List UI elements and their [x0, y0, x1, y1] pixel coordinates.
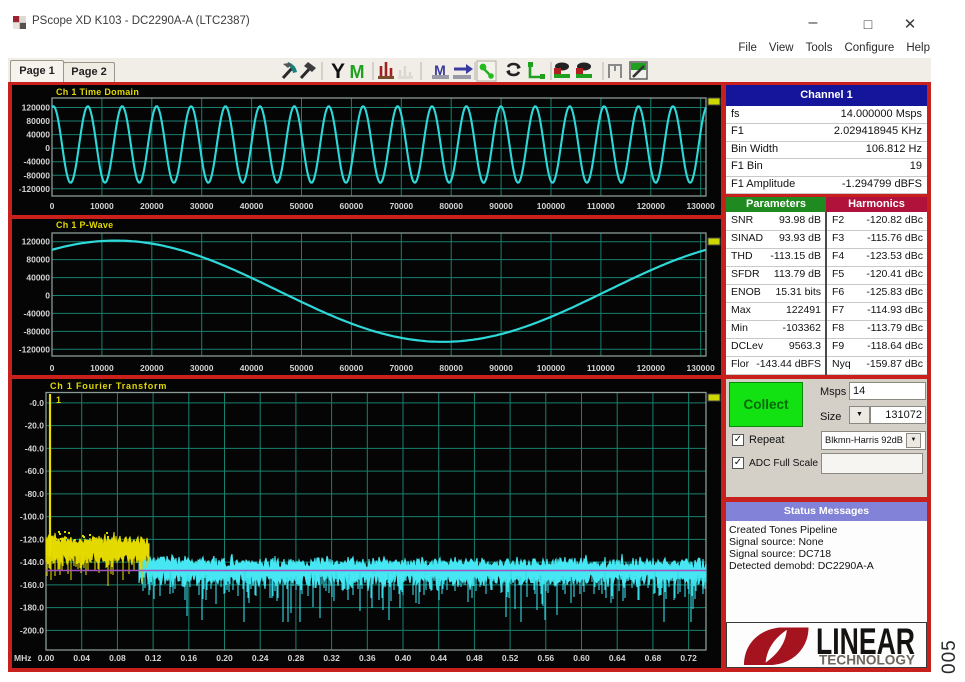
- svg-text:120000: 120000: [22, 103, 51, 113]
- svg-text:70000: 70000: [389, 363, 413, 373]
- svg-text:60000: 60000: [340, 201, 364, 211]
- svg-text:0.16: 0.16: [181, 653, 198, 663]
- svg-text:-80000: -80000: [24, 170, 51, 180]
- svg-text:40000: 40000: [240, 201, 264, 211]
- svg-text:0.36: 0.36: [359, 653, 376, 663]
- svg-text:Ch 1 Time Domain: Ch 1 Time Domain: [56, 87, 139, 97]
- svg-text:0.48: 0.48: [466, 653, 483, 663]
- svg-text:TECHNOLOGY: TECHNOLOGY: [819, 653, 915, 667]
- svg-text:-120000: -120000: [19, 184, 50, 194]
- svg-text:0.04: 0.04: [73, 653, 90, 663]
- svg-text:1: 1: [56, 395, 61, 405]
- svg-text:0.68: 0.68: [645, 653, 662, 663]
- svg-text:30000: 30000: [190, 201, 214, 211]
- svg-text:50000: 50000: [290, 201, 314, 211]
- svg-text:0: 0: [50, 201, 55, 211]
- svg-text:80000: 80000: [439, 201, 463, 211]
- svg-text:40000: 40000: [240, 363, 264, 373]
- svg-text:-40.0: -40.0: [25, 443, 45, 453]
- svg-text:-40000: -40000: [24, 308, 51, 318]
- svg-text:0.00: 0.00: [38, 653, 55, 663]
- svg-text:0.08: 0.08: [109, 653, 126, 663]
- svg-text:130000: 130000: [686, 201, 715, 211]
- svg-text:-180.0: -180.0: [20, 603, 44, 613]
- svg-text:60000: 60000: [340, 363, 364, 373]
- svg-text:-80.0: -80.0: [25, 489, 45, 499]
- svg-text:0.28: 0.28: [288, 653, 305, 663]
- svg-text:-80000: -80000: [24, 326, 51, 336]
- svg-text:-200.0: -200.0: [20, 625, 44, 635]
- svg-text:Ch 1 Fourier Transform: Ch 1 Fourier Transform: [50, 381, 167, 391]
- svg-text:30000: 30000: [190, 363, 214, 373]
- svg-text:0.64: 0.64: [609, 653, 626, 663]
- svg-text:Ch 1 P-Wave: Ch 1 P-Wave: [56, 220, 113, 230]
- svg-text:120000: 120000: [637, 363, 666, 373]
- svg-text:110000: 110000: [587, 363, 615, 373]
- svg-text:10000: 10000: [90, 201, 114, 211]
- svg-text:0.32: 0.32: [323, 653, 340, 663]
- svg-text:-140.0: -140.0: [20, 557, 44, 567]
- svg-text:-0.0: -0.0: [29, 398, 44, 408]
- svg-text:90000: 90000: [489, 201, 513, 211]
- svg-text:0.44: 0.44: [430, 653, 447, 663]
- svg-text:110000: 110000: [587, 201, 615, 211]
- svg-text:40000: 40000: [26, 130, 50, 140]
- svg-text:80000: 80000: [439, 363, 463, 373]
- svg-text:0.56: 0.56: [538, 653, 555, 663]
- svg-text:0.60: 0.60: [573, 653, 590, 663]
- svg-text:100000: 100000: [537, 201, 566, 211]
- svg-text:80000: 80000: [26, 116, 50, 126]
- svg-text:0: 0: [45, 290, 50, 300]
- svg-text:-20.0: -20.0: [25, 421, 45, 431]
- svg-text:120000: 120000: [637, 201, 666, 211]
- svg-text:120000: 120000: [22, 237, 51, 247]
- svg-text:0: 0: [45, 143, 50, 153]
- svg-text:-120000: -120000: [19, 344, 50, 354]
- svg-text:-160.0: -160.0: [20, 580, 44, 590]
- svg-text:Y: Y: [331, 60, 345, 83]
- svg-text:0.12: 0.12: [145, 653, 162, 663]
- svg-text:MHz: MHz: [14, 653, 31, 663]
- svg-text:0.52: 0.52: [502, 653, 519, 663]
- svg-text:0.20: 0.20: [216, 653, 233, 663]
- svg-text:-60.0: -60.0: [25, 466, 45, 476]
- svg-text:20000: 20000: [140, 201, 164, 211]
- svg-text:0.72: 0.72: [680, 653, 697, 663]
- svg-text:10000: 10000: [90, 363, 114, 373]
- svg-text:0.40: 0.40: [395, 653, 412, 663]
- svg-text:130000: 130000: [686, 363, 715, 373]
- svg-text:M: M: [350, 62, 365, 82]
- svg-text:0.24: 0.24: [252, 653, 269, 663]
- svg-text:90000: 90000: [489, 363, 513, 373]
- svg-text:70000: 70000: [389, 201, 413, 211]
- svg-text:40000: 40000: [26, 273, 50, 283]
- svg-text:-100.0: -100.0: [20, 512, 44, 522]
- svg-text:-40000: -40000: [24, 157, 51, 167]
- svg-text:20000: 20000: [140, 363, 164, 373]
- svg-text:100000: 100000: [537, 363, 566, 373]
- svg-text:0: 0: [50, 363, 55, 373]
- svg-text:50000: 50000: [290, 363, 314, 373]
- svg-text:80000: 80000: [26, 255, 50, 265]
- svg-text:-120.0: -120.0: [20, 534, 44, 544]
